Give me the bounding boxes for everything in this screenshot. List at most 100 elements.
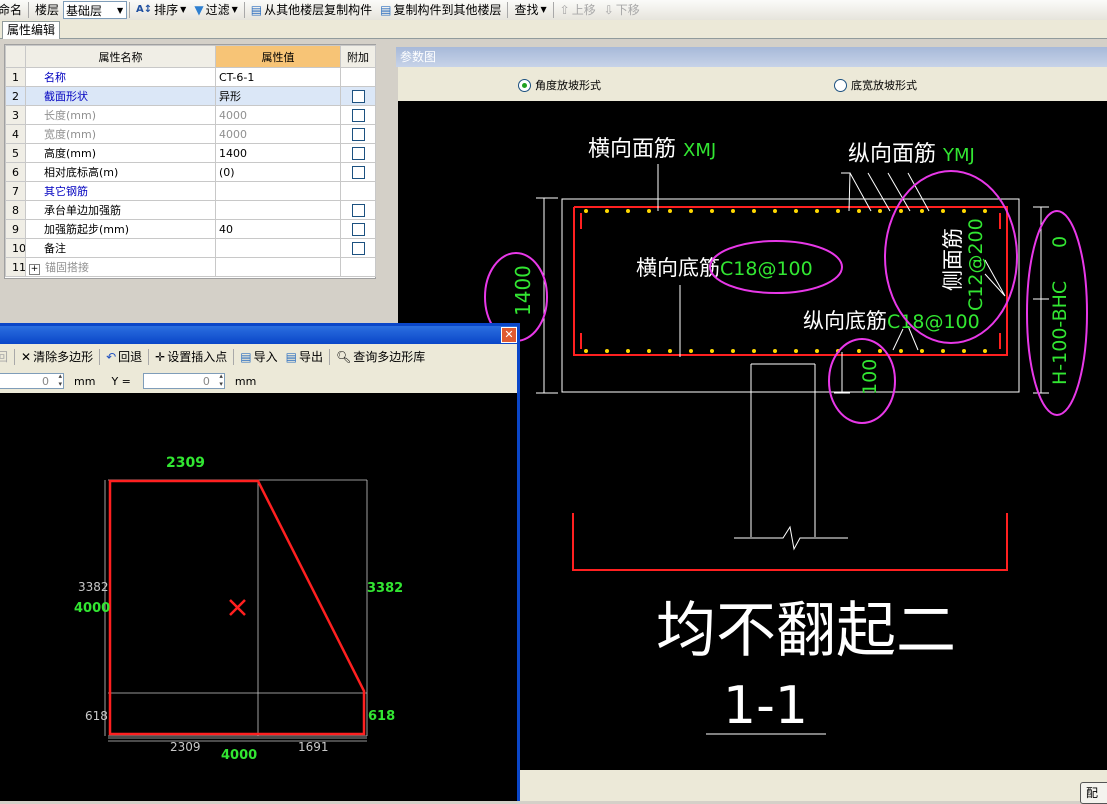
extra-checkbox[interactable] [351,222,365,236]
copy-from-floor-button[interactable]: ▤ 从其他楼层复制构件 [247,1,376,19]
extra-checkbox[interactable] [351,127,365,141]
label-top-x: 横向面筋 XMJ [588,137,716,162]
import-button[interactable]: ▤ 导入 [236,348,281,366]
x-coordinate-input[interactable]: 0 [0,372,64,389]
property-value[interactable] [215,200,341,220]
property-name: 名称 [25,67,216,87]
chevron-down-icon: ▼ [180,5,187,14]
radio-dot-selected [518,78,531,92]
header-property-name: 属性名称 [25,45,216,68]
clear-x-icon: ✕ [21,350,32,364]
extra-cell [340,86,376,106]
tab-property-edit[interactable]: 属性编辑 [2,21,61,39]
row-number: 9 [5,219,26,239]
header-extra: 附加 [340,45,376,68]
table-row[interactable]: 10 备注 [5,238,376,258]
sort-button[interactable]: A↕ 排序 ▼ [132,1,190,19]
property-name: 长度(mm) [25,105,216,125]
polygon-editor-window: ✕ 回 ✕ 清除多边形 ↶ 回退 ✛ 设置插入点 ▤ 导入 ▤ 导出 🔍︎ 查询多边形库 0… [0,323,520,801]
dim-bottom-right: 1691 [298,740,329,754]
property-value[interactable]: CT-6-1 [215,67,341,87]
move-up-button[interactable]: ⇧ 上移 [556,1,600,19]
row-number: 6 [5,162,26,182]
dim-left-upper: 3382 [78,580,109,594]
undo-button[interactable]: ↶ 回退 [102,348,146,366]
table-row[interactable]: 2 截面形状 异形 [5,86,376,106]
panel-titlebar: 参数图 [396,47,1107,67]
query-polygon-library-button[interactable]: 🔍︎ 查询多边形库 [332,348,429,366]
close-icon[interactable]: ✕ [501,327,517,343]
coordinate-bar: 0 mm Y = 0 mm [0,370,517,392]
table-row[interactable]: 9 加强筋起步(mm) 40 [5,219,376,239]
table-row[interactable]: 11 + 锚固搭接 [5,257,376,277]
extra-cell [340,238,376,258]
editor-titlebar[interactable] [0,326,517,344]
polygon-canvas[interactable]: 2309 3382 4000 618 3382 618 2309 1691 40… [0,393,517,801]
floor-select[interactable]: 基础层 ▼ [63,1,128,19]
radio-angle-slope[interactable]: 角度放坡形式 [518,77,601,93]
clear-polygon-button[interactable]: ✕ 清除多边形 [17,348,97,366]
y-label: Y = [111,374,131,388]
toolbar-separator [507,2,509,18]
extra-checkbox[interactable] [351,203,365,217]
filter-icon: ▼ [194,3,204,17]
label-top-y: 纵向面筋 YMJ [848,142,975,167]
set-insert-point-button[interactable]: ✛ 设置插入点 [151,348,231,366]
arrow-down-icon: ⇩ [603,3,614,17]
property-value[interactable] [215,238,341,258]
property-grid: 属性名称 属性值 附加 1 名称 CT-6-1 2 截面形状 异形 3 长度(m… [4,44,376,279]
tab-strip [0,20,1107,39]
filter-button[interactable]: ▼ 过滤 ▼ [190,1,241,19]
section-title: 均不翻起二 [656,596,956,666]
polygon-svg: 2309 3382 4000 618 3382 618 2309 1691 40… [74,455,403,763]
expand-plus-icon[interactable]: + [29,264,40,275]
property-value[interactable]: (0) [215,162,341,182]
dim-right-upper: 3382 [367,581,403,596]
property-value[interactable]: 异形 [215,86,341,106]
floor-select-value: 基础层 [66,3,103,18]
extra-checkbox[interactable] [351,108,365,122]
table-row[interactable]: 8 承台单边加强筋 [5,200,376,220]
extra-checkbox[interactable] [351,146,365,160]
move-down-button[interactable]: ⇩ 下移 [600,1,644,19]
property-value[interactable]: 1400 [215,143,341,163]
row-number: 10 [5,238,26,258]
pit-outline [572,513,1008,571]
property-value[interactable]: 4000 [215,105,341,125]
table-row[interactable]: 6 相对底标高(m) (0) [5,162,376,182]
chevron-down-icon: ▼ [231,5,238,14]
table-row[interactable]: 5 高度(mm) 1400 [5,143,376,163]
property-name: 加强筋起步(mm) [25,219,216,239]
panel-bottom-bar [520,770,1107,801]
copy-to-floor-button[interactable]: ▤ 复制构件到其他楼层 [376,1,505,19]
insert-point-icon: ✛ [155,350,166,364]
chevron-down-icon: ▼ [540,5,547,14]
dim-right-lower: 618 [368,709,395,724]
find-button[interactable]: 查找 ▼ [510,1,550,19]
extra-checkbox[interactable] [351,241,365,255]
property-value[interactable] [215,181,341,201]
radio-bottom-width-slope[interactable]: 底宽放坡形式 [834,77,917,93]
extra-cell [340,257,376,277]
property-value[interactable]: 4000 [215,124,341,144]
table-row[interactable]: 3 长度(mm) 4000 [5,105,376,125]
table-row[interactable]: 4 宽度(mm) 4000 [5,124,376,144]
table-row[interactable]: 7 其它钢筋 [5,181,376,201]
back-button[interactable]: 回 [0,348,12,366]
extra-checkbox[interactable] [351,89,365,103]
dim-bottom-total: 4000 [221,748,257,763]
import-icon: ▤ [240,350,252,364]
property-name: 备注 [25,238,216,258]
property-value[interactable] [215,257,341,277]
rename-button[interactable]: 重命名 [0,1,26,19]
y-coordinate-input[interactable]: 0 [142,372,225,389]
chevron-down-icon: ▼ [116,5,124,15]
extra-checkbox[interactable] [351,165,365,179]
property-value[interactable]: 40 [215,219,341,239]
extra-cell [340,124,376,144]
export-button[interactable]: ▤ 导出 [282,348,327,366]
extra-cell [340,105,376,125]
label-bottom-x: 横向底筋C18@100 [636,256,813,280]
table-row[interactable]: 1 名称 CT-6-1 [5,67,376,87]
row-number: 7 [5,181,26,201]
